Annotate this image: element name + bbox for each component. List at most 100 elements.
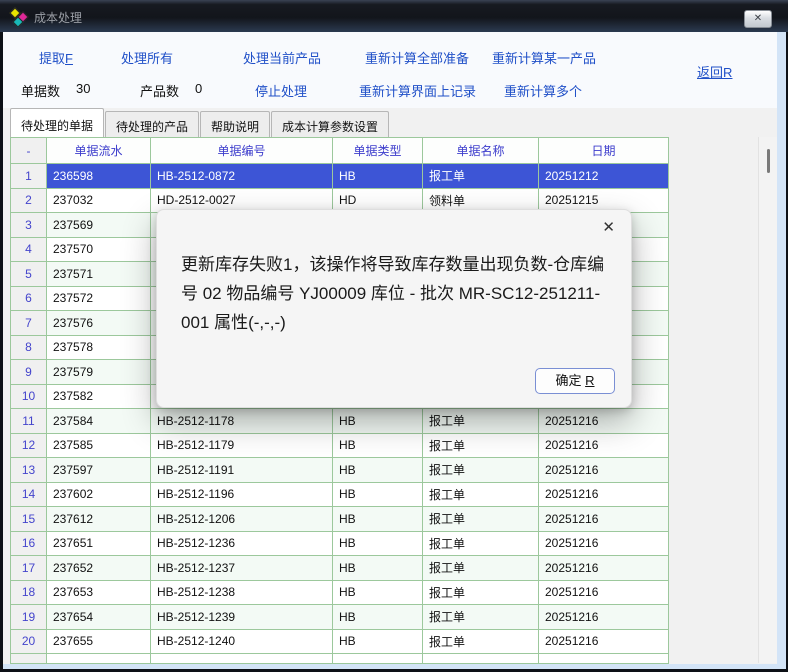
recalc-one-product-button[interactable]: 重新计算某一产品 <box>492 48 596 67</box>
cell-date: 20251212 <box>539 164 669 189</box>
cell-name: 报工单 <box>423 164 539 189</box>
cell-name: 报工单 <box>423 458 539 483</box>
cell-serial: 237032 <box>47 189 151 214</box>
product-counter-value: 0 <box>195 81 202 100</box>
cell-serial: 237654 <box>47 605 151 630</box>
cell-num[interactable]: 7 <box>11 311 47 336</box>
recalc-multiple-button[interactable]: 重新计算多个 <box>504 81 582 100</box>
cell-num[interactable]: 12 <box>11 434 47 459</box>
cell-num[interactable]: 4 <box>11 238 47 263</box>
cell-num[interactable]: 18 <box>11 581 47 606</box>
cell-num[interactable]: 3 <box>11 213 47 238</box>
table-row[interactable]: 1236598HB-2512-0872HB报工单20251212 <box>11 164 669 189</box>
cell-code: HB-2512-1237 <box>151 556 333 581</box>
cell-serial: 237651 <box>47 532 151 557</box>
cell-type: HB <box>333 556 423 581</box>
cell-date: 20251216 <box>539 605 669 630</box>
tab-pending-documents[interactable]: 待处理的单据 <box>10 108 104 137</box>
cell-num[interactable]: 1 <box>11 164 47 189</box>
cell-num[interactable]: 20 <box>11 630 47 655</box>
recalc-screen-records-button[interactable]: 重新计算界面上记录 <box>359 81 476 100</box>
header-date[interactable]: 日期 <box>539 138 669 164</box>
cell-serial: 237597 <box>47 458 151 483</box>
cell-type: HB <box>333 532 423 557</box>
cell-num[interactable]: 19 <box>11 605 47 630</box>
cell-serial: 237602 <box>47 483 151 508</box>
dialog-ok-button[interactable]: 确定 R <box>535 368 615 394</box>
stop-processing-button[interactable]: 停止处理 <box>255 81 307 100</box>
cell-name: 报工单 <box>423 434 539 459</box>
cell-num[interactable]: 8 <box>11 336 47 361</box>
document-counter-label: 单据数 <box>21 81 60 100</box>
tab-help[interactable]: 帮助说明 <box>200 111 270 137</box>
table-row[interactable]: 14237602HB-2512-1196HB报工单20251216 <box>11 483 669 508</box>
toolbar: 提取F 处理所有 处理当前产品 重新计算全部准备 重新计算某一产品 返回R 单据… <box>3 32 777 108</box>
cell-num[interactable]: 6 <box>11 287 47 312</box>
cell-serial: 237569 <box>47 213 151 238</box>
cell-type: HB <box>333 434 423 459</box>
cell-code: HB-2512-1238 <box>151 581 333 606</box>
extract-button[interactable]: 提取F <box>39 48 73 67</box>
cell-serial: 237653 <box>47 581 151 606</box>
cell-code: HB-2512-1191 <box>151 458 333 483</box>
header-rownum[interactable]: - <box>11 138 47 164</box>
header-doc-code[interactable]: 单据编号 <box>151 138 333 164</box>
cell-num[interactable]: 16 <box>11 532 47 557</box>
return-button[interactable]: 返回R <box>697 62 732 81</box>
table-row[interactable]: 20237655HB-2512-1240HB报工单20251216 <box>11 630 669 655</box>
app-icon <box>10 7 30 27</box>
cell-serial: 237571 <box>47 262 151 287</box>
cell-num[interactable]: 17 <box>11 556 47 581</box>
cell-num[interactable]: 5 <box>11 262 47 287</box>
cell-serial: 236598 <box>47 164 151 189</box>
cell-date: 20251216 <box>539 409 669 434</box>
tab-cost-parameters[interactable]: 成本计算参数设置 <box>271 111 389 137</box>
cell-num[interactable]: 13 <box>11 458 47 483</box>
table-row[interactable]: 17237652HB-2512-1237HB报工单20251216 <box>11 556 669 581</box>
scrollbar-thumb[interactable] <box>767 149 770 173</box>
header-doc-type[interactable]: 单据类型 <box>333 138 423 164</box>
cell-serial: 237652 <box>47 556 151 581</box>
header-doc-name[interactable]: 单据名称 <box>423 138 539 164</box>
header-serial[interactable]: 单据流水 <box>47 138 151 164</box>
cell-code: HB-2512-1179 <box>151 434 333 459</box>
process-current-product-button[interactable]: 处理当前产品 <box>243 48 321 67</box>
vertical-scrollbar[interactable] <box>758 137 777 663</box>
cell-num[interactable]: 14 <box>11 483 47 508</box>
cell-date: 20251216 <box>539 434 669 459</box>
table-row[interactable]: 19237654HB-2512-1239HB报工单20251216 <box>11 605 669 630</box>
cell-code: HB-2512-1196 <box>151 483 333 508</box>
app-window: 成本处理 ✕ 提取F 处理所有 处理当前产品 重新计算全部准备 重新计算某一产品… <box>0 0 788 672</box>
cell-serial: 237582 <box>47 385 151 410</box>
cell-code: HB-2512-1178 <box>151 409 333 434</box>
tab-pending-products[interactable]: 待处理的产品 <box>105 111 199 137</box>
window-close-icon: ✕ <box>754 13 762 24</box>
cell-serial: 237570 <box>47 238 151 263</box>
cell-type: HB <box>333 409 423 434</box>
table-row[interactable]: 18237653HB-2512-1238HB报工单20251216 <box>11 581 669 606</box>
cell-code: HB-2512-1239 <box>151 605 333 630</box>
cell-num[interactable]: 10 <box>11 385 47 410</box>
cell-num[interactable]: 9 <box>11 360 47 385</box>
cell-empty <box>539 654 669 664</box>
window-close-button[interactable]: ✕ <box>744 10 772 28</box>
cell-name: 报工单 <box>423 507 539 532</box>
cell-date: 20251216 <box>539 581 669 606</box>
cell-name: 报工单 <box>423 630 539 655</box>
cell-name: 报工单 <box>423 605 539 630</box>
cell-serial: 237584 <box>47 409 151 434</box>
table-row[interactable]: 12237585HB-2512-1179HB报工单20251216 <box>11 434 669 459</box>
recalc-all-prep-button[interactable]: 重新计算全部准备 <box>365 48 469 67</box>
dialog-close-icon[interactable]: ✕ <box>602 220 615 235</box>
cell-num[interactable]: 2 <box>11 189 47 214</box>
table-row[interactable]: 13237597HB-2512-1191HB报工单20251216 <box>11 458 669 483</box>
table-row[interactable]: 11237584HB-2512-1178HB报工单20251216 <box>11 409 669 434</box>
table-row[interactable]: 16237651HB-2512-1236HB报工单20251216 <box>11 532 669 557</box>
cell-date: 20251216 <box>539 483 669 508</box>
process-all-button[interactable]: 处理所有 <box>121 48 173 67</box>
cell-num[interactable]: 15 <box>11 507 47 532</box>
window-content: 提取F 处理所有 处理当前产品 重新计算全部准备 重新计算某一产品 返回R 单据… <box>3 32 777 664</box>
table-row[interactable]: 15237612HB-2512-1206HB报工单20251216 <box>11 507 669 532</box>
cell-num[interactable]: 11 <box>11 409 47 434</box>
cell-empty <box>333 654 423 664</box>
